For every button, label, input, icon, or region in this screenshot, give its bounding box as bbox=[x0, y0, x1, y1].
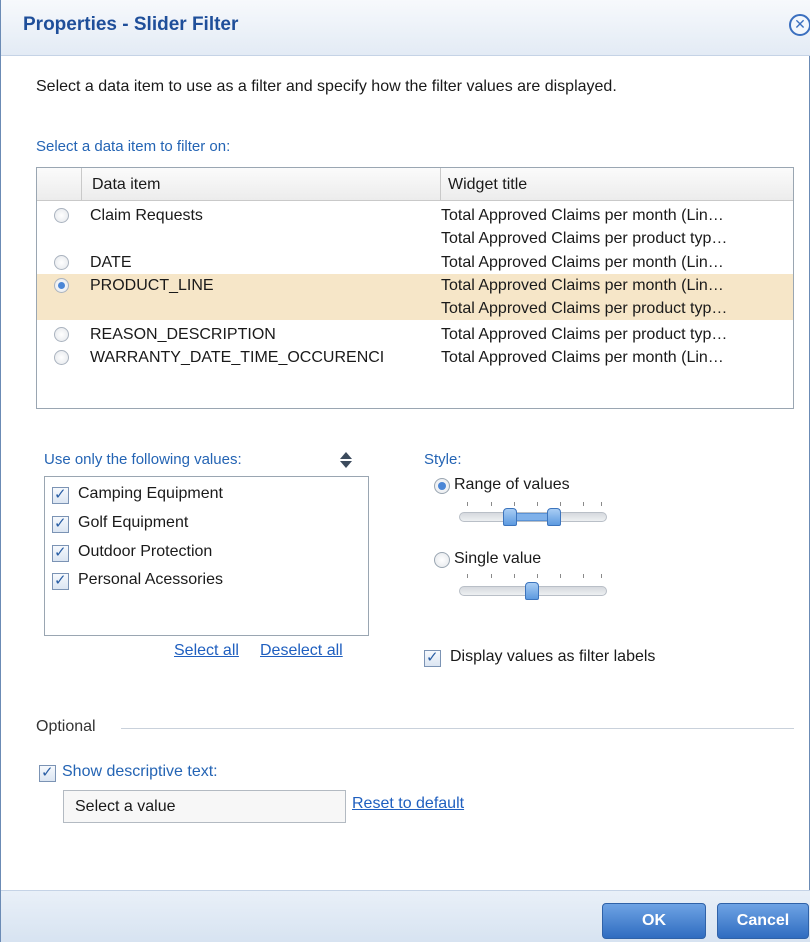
range-of-values-label: Range of values bbox=[454, 476, 570, 493]
show-descriptive-text-checkbox[interactable] bbox=[39, 763, 56, 782]
widget-title-cell: Total Approved Claims per product typ… bbox=[441, 230, 728, 247]
data-item-radio[interactable] bbox=[54, 327, 69, 342]
value-label: Golf Equipment bbox=[78, 514, 189, 531]
single-value-radio[interactable] bbox=[434, 552, 450, 568]
data-item-radio[interactable] bbox=[54, 208, 69, 223]
widget-title-cell: Total Approved Claims per month (Lin… bbox=[441, 349, 724, 366]
grid-header: Data item Widget title bbox=[37, 168, 793, 201]
optional-section-label: Optional bbox=[36, 718, 96, 735]
ok-button[interactable]: OK bbox=[602, 903, 706, 939]
show-descriptive-text-label: Show descriptive text: bbox=[62, 763, 218, 780]
value-checkbox-camping[interactable] bbox=[52, 485, 69, 504]
single-value-label: Single value bbox=[454, 550, 542, 567]
data-item-radio[interactable] bbox=[54, 278, 69, 293]
reset-to-default-link[interactable]: Reset to default bbox=[352, 795, 464, 813]
column-header-data-item[interactable]: Data item bbox=[92, 176, 160, 194]
intro-text: Select a data item to use as a filter an… bbox=[36, 78, 617, 95]
data-item-cell: PRODUCT_LINE bbox=[90, 277, 214, 294]
range-of-values-radio[interactable] bbox=[434, 478, 450, 494]
data-item-section-label: Select a data item to filter on: bbox=[36, 138, 231, 155]
dialog-titlebar: Properties - Slider Filter ✕ bbox=[1, 0, 810, 56]
data-item-cell: WARRANTY_DATE_TIME_OCCURENCI bbox=[90, 349, 385, 366]
range-slider-high-thumb bbox=[547, 508, 561, 526]
dialog-title: Properties - Slider Filter bbox=[23, 14, 239, 35]
display-labels-label: Display values as filter labels bbox=[450, 648, 656, 665]
values-section-label: Use only the following values: bbox=[44, 451, 242, 468]
display-labels-checkbox[interactable] bbox=[424, 648, 441, 667]
widget-title-cell: Total Approved Claims per month (Lin… bbox=[441, 277, 724, 294]
data-item-cell: Claim Requests bbox=[90, 207, 203, 224]
sort-up-down-icon[interactable] bbox=[339, 451, 353, 469]
column-header-widget-title[interactable]: Widget title bbox=[448, 176, 527, 194]
data-item-row[interactable]: REASON_DESCRIPTION Total Approved Claims … bbox=[37, 323, 793, 346]
data-item-row[interactable]: DATE Total Approved Claims per month (Lin… bbox=[37, 251, 793, 274]
value-label: Personal Acessories bbox=[78, 571, 223, 588]
value-checkbox-golf[interactable] bbox=[52, 514, 69, 533]
data-item-grid: Data item Widget title Claim Requests Tot… bbox=[36, 167, 794, 409]
data-item-radio[interactable] bbox=[54, 350, 69, 365]
widget-title-cell: Total Approved Claims per product typ… bbox=[441, 326, 728, 343]
widget-title-cell: Total Approved Claims per product typ… bbox=[441, 300, 728, 317]
close-icon[interactable]: ✕ bbox=[789, 14, 810, 36]
range-slider-low-thumb bbox=[503, 508, 517, 526]
deselect-all-link[interactable]: Deselect all bbox=[260, 642, 343, 660]
value-checkbox-personal[interactable] bbox=[52, 571, 69, 590]
single-slider-thumb bbox=[525, 582, 539, 600]
value-checkbox-outdoor[interactable] bbox=[52, 543, 69, 562]
value-label: Outdoor Protection bbox=[78, 543, 213, 560]
data-item-cell: REASON_DESCRIPTION bbox=[90, 326, 276, 343]
select-all-link[interactable]: Select all bbox=[174, 642, 239, 660]
data-item-row[interactable]: Total Approved Claims per product typ… bbox=[37, 297, 793, 320]
data-item-row[interactable]: PRODUCT_LINE Total Approved Claims per mo… bbox=[37, 274, 793, 297]
value-label: Camping Equipment bbox=[78, 485, 223, 502]
style-section-label: Style: bbox=[424, 451, 462, 468]
cancel-button[interactable]: Cancel bbox=[717, 903, 809, 939]
data-item-row[interactable]: Total Approved Claims per product typ… bbox=[37, 227, 793, 250]
data-item-cell: DATE bbox=[90, 254, 132, 271]
data-item-row[interactable]: Claim Requests Total Approved Claims per … bbox=[37, 204, 793, 227]
data-item-radio[interactable] bbox=[54, 255, 69, 270]
widget-title-cell: Total Approved Claims per month (Lin… bbox=[441, 254, 724, 271]
optional-divider bbox=[121, 728, 794, 729]
descriptive-text-input[interactable] bbox=[63, 790, 346, 823]
slider-filter-dialog: Properties - Slider Filter ✕ Select a da… bbox=[0, 0, 810, 942]
values-list: Camping Equipment Golf Equipment Outdoor… bbox=[44, 476, 369, 636]
widget-title-cell: Total Approved Claims per month (Lin… bbox=[441, 207, 724, 224]
data-item-row[interactable]: WARRANTY_DATE_TIME_OCCURENCI Total Approv… bbox=[37, 346, 793, 369]
